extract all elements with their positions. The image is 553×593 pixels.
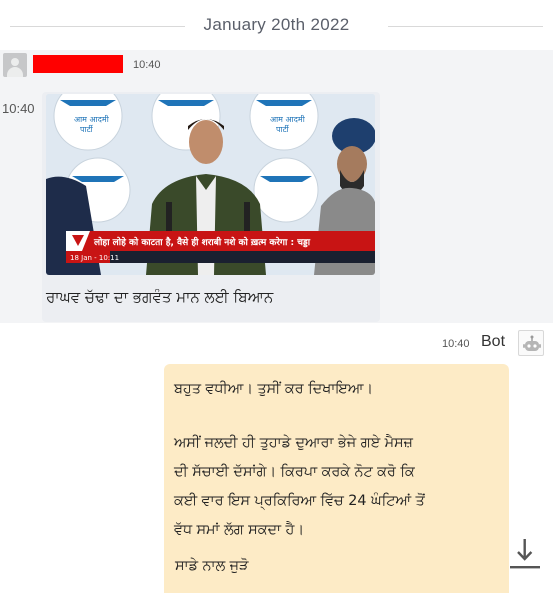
- message-line: ਵੱਧ ਸਮਾਂ ਲੱਗ ਸਕਦਾ ਹੈ।: [174, 522, 304, 538]
- message-line: ਅਸੀਂ ਜਲਦੀ ਹੀ ਤੁਹਾਡੇ ਦੁਆਰਾ ਭੇਜੇ ਗਏ ਮੈਸਜ਼: [174, 435, 413, 451]
- incoming-message: 10:40 10:40 आम आदमी पार्टी आम आदमी पार्ट…: [0, 50, 553, 323]
- download-icon[interactable]: [508, 537, 542, 571]
- outgoing-bubble: ਬਹੁਤ ਵਧੀਆ। ਤੁਸੀਂ ਕਰ ਦਿਖਾਇਆ। ਅਸੀਂ ਜਲਦੀ ਹੀ…: [164, 364, 509, 593]
- incoming-side-time: 10:40: [2, 101, 35, 116]
- news-headline: लोहा लोहे को काटता है, वैसे ही शराबी नशे…: [93, 236, 311, 248]
- outgoing-time: 10:40: [442, 338, 470, 350]
- news-image[interactable]: आम आदमी पार्टी आम आदमी पार्टी लोहा लोहे …: [46, 94, 375, 275]
- incoming-caption: ਰਾਘਵ ਚੱਢਾ ਦਾ ਭਗਵੰਤ ਮਾਨ ਲਈ ਬਿਆਨ: [46, 288, 274, 306]
- svg-text:पार्टी: पार्टी: [80, 124, 94, 134]
- news-ticker-time: 18 Jan - 10:11: [70, 254, 119, 262]
- redacted-sender-name: [33, 55, 123, 73]
- message-line: ਬਹੁਤ ਵਧੀਆ। ਤੁਸੀਂ ਕਰ ਦਿਖਾਇਆ।: [174, 381, 373, 397]
- message-footer: ਸਾਡੇ ਨਾਲ ਜੁੜੋ: [175, 558, 249, 574]
- user-avatar-icon[interactable]: [3, 53, 27, 77]
- date-divider: January 20th 2022: [0, 0, 553, 48]
- bot-icon[interactable]: [518, 330, 544, 356]
- date-label: January 20th 2022: [203, 15, 350, 34]
- outgoing-sender-name: Bot: [481, 333, 506, 350]
- logo-text: आम आदमी: [74, 114, 110, 124]
- incoming-header-time: 10:40: [133, 59, 161, 71]
- message-line: ਦੀ ਸੱਚਾਈ ਦੱਸਾਂਗੇ। ਕਿਰਪਾ ਕਰਕੇ ਨੋਟ ਕਰੋ ਕਿ: [174, 464, 415, 480]
- svg-text:आम आदमी: आम आदमी: [270, 114, 306, 124]
- divider-line-right: [388, 26, 543, 27]
- svg-text:पार्टी: पार्टी: [276, 124, 290, 134]
- message-line: ਕਈ ਵਾਰ ਇਸ ਪ੍ਰਕਿਰਿਆ ਵਿੱਚ 24 ਘੰਟਿਆਂ ਤੋਂ: [174, 493, 425, 509]
- incoming-bubble: आम आदमी पार्टी आम आदमी पार्टी लोहा लोहे …: [42, 92, 380, 322]
